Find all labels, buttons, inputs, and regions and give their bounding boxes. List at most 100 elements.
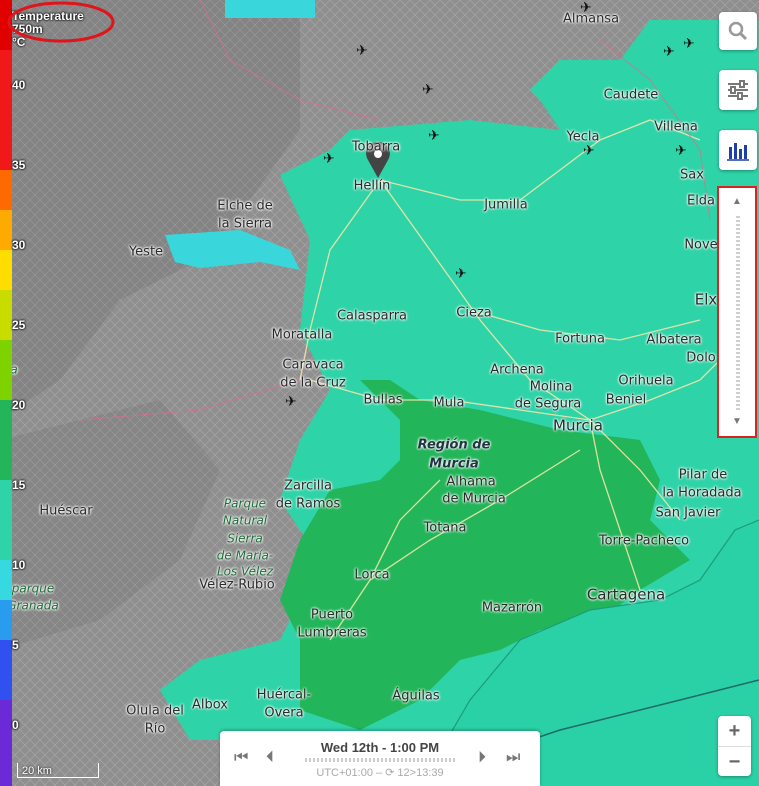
city-label: Overa: [264, 705, 304, 721]
annotation-circle: [7, 1, 115, 43]
search-button[interactable]: [719, 12, 757, 50]
temperature-legend: [0, 0, 12, 786]
city-label: Nove: [684, 237, 718, 253]
time-slider[interactable]: [305, 758, 455, 762]
slider-track[interactable]: [736, 216, 740, 412]
park-label: Parque: [223, 496, 267, 511]
city-label: Moratalla: [271, 327, 333, 343]
city-label: Albox: [191, 697, 229, 713]
city-label: Jumilla: [484, 197, 528, 213]
city-label: Yeste: [128, 244, 164, 260]
bar-chart-icon: [727, 143, 749, 161]
svg-text:✈: ✈: [356, 43, 368, 59]
scale-bar: 20 km: [17, 763, 99, 778]
city-label: Villena: [654, 119, 698, 135]
zoom-in-button[interactable]: +: [718, 716, 751, 746]
scale-label: 20 km: [22, 765, 52, 777]
legend-color: [0, 50, 12, 170]
svg-text:✈: ✈: [455, 266, 467, 282]
city-label: Lumbreras: [297, 625, 367, 641]
step-forward-icon[interactable]: ⏵: [478, 749, 486, 767]
legend-color: [0, 640, 12, 700]
city-label: Zarcilla: [284, 478, 332, 494]
city-label: de Murcia: [442, 491, 506, 507]
legend-color: [0, 250, 12, 290]
park-label: parque: [11, 581, 55, 596]
city-label: Almansa: [562, 11, 620, 27]
svg-text:✈: ✈: [422, 82, 434, 98]
city-label: la Horadada: [662, 485, 742, 501]
skip-forward-icon[interactable]: ⏭: [506, 749, 520, 767]
legend-color: [0, 340, 12, 400]
city-label: Tobarra: [351, 139, 401, 155]
city-label: Archena: [490, 362, 544, 378]
time-label: Wed 12th - 1:00 PM: [320, 740, 440, 755]
svg-text:✈: ✈: [663, 44, 675, 60]
svg-text:✈: ✈: [323, 151, 335, 167]
city-label: Águilas: [392, 688, 440, 704]
legend-tick: 25: [12, 318, 26, 332]
city-label: Molina: [529, 379, 573, 395]
slider-down-button[interactable]: ▼: [719, 416, 755, 427]
legend-tick: 0: [12, 718, 19, 732]
city-label: San Javier: [655, 505, 721, 521]
city-label: Vélez-Rubio: [199, 577, 275, 593]
city-label: Mula: [433, 395, 465, 411]
slider-up-button[interactable]: ▲: [719, 196, 755, 207]
city-label: Sax: [680, 167, 704, 183]
sliders-icon: [728, 80, 748, 100]
legend-tick: 15: [12, 478, 26, 492]
zoom-out-button[interactable]: −: [718, 746, 751, 777]
zoom-control: + −: [718, 716, 751, 776]
city-label: Hellín: [353, 178, 391, 194]
legend-color: [0, 600, 12, 640]
layer-slider[interactable]: ▲ ▼: [717, 186, 757, 438]
park-label: Granada: [7, 598, 59, 613]
city-label: Torre-Pacheco: [598, 533, 690, 549]
city-label: Río: [144, 721, 166, 737]
park-label: Natural: [222, 513, 268, 528]
city-label: Totana: [423, 520, 467, 536]
chart-button[interactable]: [719, 130, 757, 170]
city-label: de la Cruz: [280, 375, 346, 391]
city-label: Orihuela: [618, 373, 674, 389]
city-label: Albatera: [646, 332, 702, 348]
legend-color: [0, 290, 12, 340]
svg-text:✈: ✈: [675, 143, 687, 159]
city-label: Pilar de: [678, 467, 728, 483]
park-label: Sierra: [227, 531, 263, 546]
city-label: Elx: [694, 290, 718, 309]
city-label: Murcia: [553, 416, 603, 435]
city-label: Alhama: [446, 474, 496, 490]
legend-tick: 20: [12, 398, 26, 412]
region-label: Murcia: [429, 456, 479, 472]
city-label: Lorca: [354, 567, 390, 583]
settings-button[interactable]: [719, 70, 757, 110]
region-label: Región de: [417, 437, 491, 453]
legend-tick: 30: [12, 238, 26, 252]
legend-color: [0, 170, 12, 210]
city-label: Huércal-: [256, 687, 312, 703]
legend-color: [0, 700, 12, 786]
legend-tick: 40: [12, 78, 26, 92]
svg-text:✈: ✈: [583, 143, 595, 159]
city-label: Dolo: [686, 350, 716, 366]
time-controls: ⏮ ⏴ Wed 12th - 1:00 PM UTC+01:00 – ⟳ 12>…: [220, 731, 540, 786]
city-label: Huéscar: [39, 503, 93, 519]
svg-text:✈: ✈: [428, 128, 440, 144]
svg-text:✈: ✈: [683, 36, 695, 52]
legend-color: [0, 560, 12, 600]
city-label: Cieza: [456, 305, 492, 321]
legend-tick: 10: [12, 558, 26, 572]
search-icon: [728, 21, 748, 41]
temperature-field-cyan-top: [225, 0, 315, 18]
city-label: Cartagena: [586, 585, 666, 604]
city-label: Bullas: [363, 392, 403, 408]
legend-color: [0, 480, 12, 560]
city-label: Puerto: [310, 607, 354, 623]
city-label: Yecla: [566, 129, 600, 145]
city-label: Elda: [686, 193, 716, 209]
city-label: Beniel: [605, 392, 647, 408]
city-label: Caravaca: [282, 357, 344, 373]
time-sub: UTC+01:00 – ⟳ 12>13:39: [316, 767, 444, 779]
